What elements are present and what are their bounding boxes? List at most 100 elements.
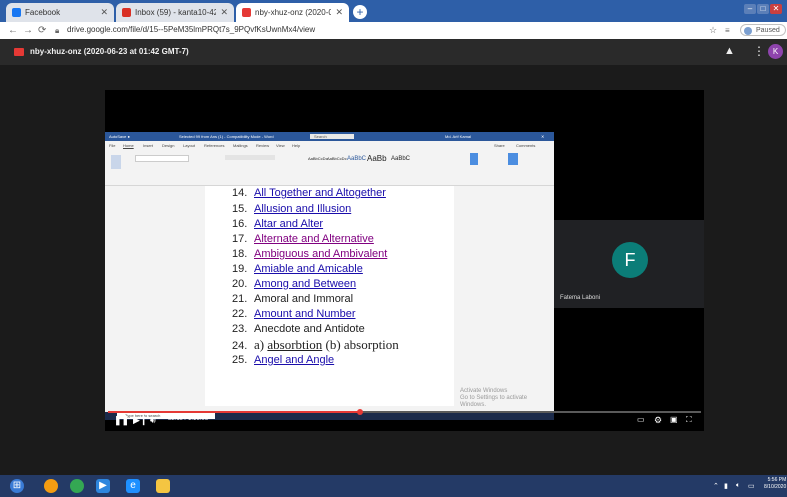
bookmark-star-icon[interactable]: ☆ [709,25,717,36]
doc-link[interactable]: All Together and Altogether [254,187,386,199]
word-user-name: Md. Arif Kamal [445,134,472,139]
scrubber-handle[interactable] [357,409,364,415]
close-window-button[interactable]: ✕ [770,4,782,14]
tab-drive-file[interactable]: nby-xhuz-onz (2020-06-23 a... ✕ [236,3,349,22]
file-explorer-icon[interactable] [156,479,170,493]
taskbar-clock[interactable]: 5:56 PM 8/10/2020 [764,477,786,491]
next-icon[interactable]: ▶❙ [133,415,147,425]
menu-view[interactable]: View [276,143,285,148]
share-button[interactable]: Share [494,143,505,148]
style-subtitle[interactable]: AaBbC [391,156,410,162]
doc-line: 25. Angel and Angle [232,354,335,366]
windows-taskbar: ⊞ ▶ e ⌃ ▮ 🔈︎ ▭ 5:56 PM 8/10/2020 [0,475,787,497]
menu-mailings[interactable]: Mailings [233,143,248,148]
more-options-icon[interactable]: ⋮ [753,44,765,58]
drive-file-icon [242,8,251,17]
address-bar: ← → ⟳ 🔒︎ drive.google.com/file/d/15--5Pe… [0,22,787,40]
menu-layout[interactable]: Layout [183,143,195,148]
paste-icon[interactable] [111,155,121,169]
doc-link[interactable]: Angel and Angle [254,354,334,366]
close-tab-icon[interactable]: ✕ [220,7,228,18]
browser-tab-strip: Facebook ✕ Inbox (59) - kanta10-429@du.a… [0,0,787,22]
menu-design[interactable]: Design [162,143,174,148]
settings-gear-icon[interactable]: ⚙ [654,415,662,425]
chrome-icon[interactable] [70,479,84,493]
lock-icon: 🔒︎ [55,26,60,35]
word-close-icon[interactable]: ✕ [541,132,544,141]
reload-icon[interactable]: ⟳ [38,25,46,36]
drive-viewer-header: nby-xhuz-onz (2020-06-23 at 01:42 GMT-7)… [0,39,787,65]
menu-file[interactable]: File [109,143,115,148]
doc-text: Amoral and Immoral [254,293,354,305]
doc-text: Anecdote and Antidote [254,323,365,335]
editor-icon[interactable] [508,153,518,165]
menu-review[interactable]: Review [256,143,269,148]
menu-help[interactable]: Help [292,143,300,148]
tab-facebook[interactable]: Facebook ✕ [6,3,114,22]
edge-icon[interactable]: e [126,479,140,493]
doc-line: 16. Altar and Alter [232,218,324,230]
doc-link[interactable]: Amiable and Amicable [254,263,363,275]
doc-link[interactable]: Altar and Alter [254,218,323,230]
paragraph-group [225,155,275,160]
fullscreen-icon[interactable]: ⛶ [686,415,692,425]
add-to-drive-icon[interactable]: ▲ [724,45,735,57]
font-name-box[interactable] [135,155,189,162]
profile-paused-button[interactable]: Paused [740,24,786,36]
word-title-bar: AutoSave ● Selected 99 from Ans (1) - Co… [105,132,554,141]
doc-link[interactable]: Allusion and Illusion [254,203,351,215]
word-document-page: 14. All Together and Altogether 15. Allusi… [205,186,454,420]
dictate-icon[interactable] [470,153,478,165]
video-player[interactable]: AutoSave ● Selected 99 from Ans (1) - Co… [105,90,704,431]
maximize-window-button[interactable]: □ [757,4,769,14]
subtitles-icon[interactable]: ▭ [637,415,645,425]
doc-line: 21. Amoral and Immoral [232,293,354,305]
doc-line: 20. Among and Between [232,278,357,290]
doc-link[interactable]: Ambiguous and Ambivalent [254,248,387,260]
doc-line: 15. Allusion and Illusion [232,203,352,215]
volume-icon[interactable]: 🔊︎ [150,415,156,425]
doc-line: 19. Amiable and Amicable [232,263,363,275]
word-search-box[interactable]: Search [310,134,354,139]
progress-bar[interactable] [108,409,701,415]
back-arrow-icon[interactable]: ← [8,25,18,36]
doc-link[interactable]: Among and Between [254,278,356,290]
close-tab-icon[interactable]: ✕ [335,7,343,18]
doc-link[interactable]: Amount and Number [254,308,356,320]
tab-gmail[interactable]: Inbox (59) - kanta10-429@du.ac... ✕ [116,3,234,22]
network-icon[interactable]: ▮ [724,482,728,490]
autosave-label: AutoSave ● [109,134,130,139]
menu-insert[interactable]: Insert [143,143,153,148]
gmail-icon [122,8,131,17]
style-heading-1[interactable]: AaBbC [347,156,366,162]
url-field[interactable]: drive.google.com/file/d/15--5PeM35lmPRQt… [67,25,315,34]
participant-name: Fatema Laboni [560,295,601,301]
new-tab-button[interactable]: + [353,5,367,19]
pause-icon[interactable]: ❚❚ [114,415,129,425]
doc-line: 18. Ambiguous and Ambivalent [232,248,388,260]
doc-link[interactable]: Alternate and Alternative [254,233,374,245]
menu-references[interactable]: References [204,143,224,148]
start-button-icon[interactable]: ⊞ [10,479,24,493]
style-no-spacing[interactable]: AaBbCcDc [327,156,347,161]
miniplayer-icon[interactable]: ▣ [670,415,678,425]
media-player-icon[interactable]: ▶ [96,479,110,493]
menu-home[interactable]: Home [123,143,134,148]
firefox-icon[interactable] [44,479,58,493]
comments-button[interactable]: Comments [516,143,535,148]
close-tab-icon[interactable]: ✕ [100,7,108,18]
reading-list-icon[interactable]: ≡ [725,25,730,36]
account-avatar[interactable]: K [768,44,783,59]
style-title[interactable]: AaBb [367,154,387,163]
minimize-window-button[interactable]: – [744,4,756,14]
doc-line: 23. Anecdote and Antidote [232,323,365,335]
speaker-icon[interactable]: 🔈︎ [736,482,740,490]
tray-arrow-icon[interactable]: ⌃ [713,482,719,490]
word-menu-bar: File Home Insert Design Layout Reference… [105,141,554,149]
forward-arrow-icon[interactable]: → [23,25,33,36]
style-normal[interactable]: AaBbCcDc [308,156,328,161]
word-window-recording: AutoSave ● Selected 99 from Ans (1) - Co… [105,132,554,420]
word-document-title: Selected 99 from Ans (1) - Compatibility… [179,134,274,139]
tab-label: nby-xhuz-onz (2020-06-23 a... [255,8,332,17]
notification-icon[interactable]: ▭ [748,482,755,490]
